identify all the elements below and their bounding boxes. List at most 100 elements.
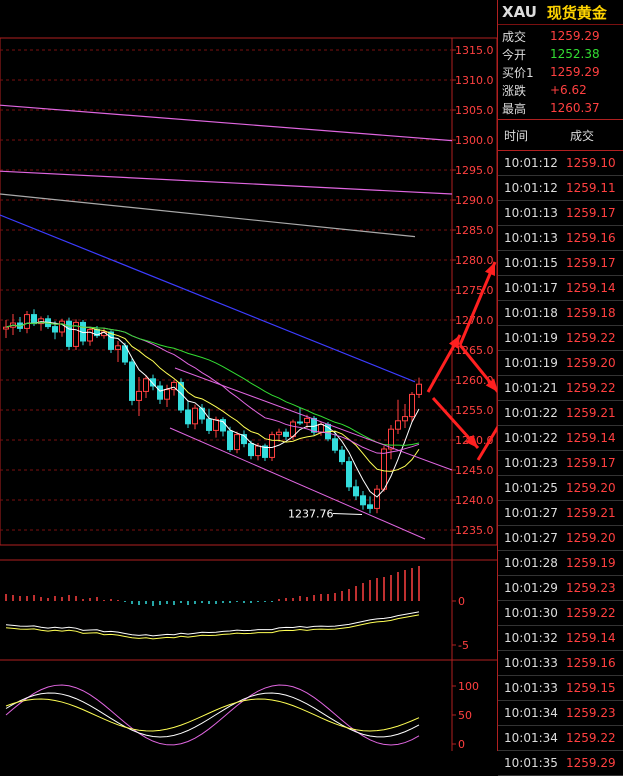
- tick-row: 10:01:28 1259.19: [498, 551, 623, 576]
- quote-row: 涨跌 +6.62: [498, 81, 623, 99]
- quote-row: 最高 1260.37: [498, 99, 623, 117]
- tick-row: 10:01:35 1259.29: [498, 751, 623, 776]
- candle-body: [213, 419, 219, 431]
- tick-price: 1259.23: [566, 706, 616, 720]
- price-tick-label: 1310.0: [455, 74, 494, 87]
- kline-chart: 1315.0 1310.0 1305.0 1300.0 1295.0 1290.0 1285…: [0, 37, 497, 751]
- price-tick-label: 1290.0: [455, 194, 494, 207]
- tick-row: 10:01:34 1259.23: [498, 701, 623, 726]
- tick-row: 10:01:17 1259.14: [498, 276, 623, 301]
- tick-price: 1259.21: [566, 506, 616, 520]
- candle-body: [87, 329, 93, 342]
- quote-label: 涨跌: [502, 83, 527, 98]
- candle-body: [395, 420, 401, 430]
- tick-row: 10:01:29 1259.23: [498, 576, 623, 601]
- tick-row: 10:01:15 1259.17: [498, 251, 623, 276]
- tick-row: 10:01:19 1259.20: [498, 351, 623, 376]
- tick-price: 1259.15: [566, 681, 616, 695]
- candle-body: [199, 407, 205, 420]
- candle-body: [297, 421, 303, 424]
- candle-body: [129, 361, 135, 401]
- candle-body: [59, 320, 65, 333]
- candle-body: [227, 430, 233, 451]
- ma-line: [0, 214, 416, 383]
- quote-label: 买价1: [502, 65, 534, 80]
- kdj-tick-label: 100: [458, 680, 479, 693]
- price-tick-label: 1300.0: [455, 134, 494, 147]
- tick-list[interactable]: 10:01:12 1259.10 10:01:12 1259.11 10:01:13 12…: [498, 151, 623, 776]
- low-annotation: 1237.76: [288, 507, 334, 520]
- quote-value: 1252.38: [550, 47, 600, 61]
- tick-time: 10:01:17: [504, 281, 558, 295]
- tick-price: 1259.17: [566, 456, 616, 470]
- candle-body: [339, 449, 345, 463]
- quote-value: 1259.29: [550, 65, 600, 79]
- tick-time: 10:01:22: [504, 406, 558, 420]
- arrow-shaft: [476, 425, 497, 461]
- tick-price: 1259.14: [566, 431, 616, 445]
- candle-body: [248, 443, 254, 457]
- price-tick-label: 1270.0: [455, 314, 494, 327]
- tick-row: 10:01:21 1259.22: [498, 376, 623, 401]
- tick-row: 10:01:12 1259.11: [498, 176, 623, 201]
- candle-body: [318, 423, 324, 433]
- candle-body: [416, 383, 422, 395]
- tick-row: 10:01:33 1259.15: [498, 676, 623, 701]
- candle-body: [31, 314, 37, 325]
- price-tick-label: 1235.0: [455, 524, 494, 537]
- tick-price: 1259.11: [566, 181, 616, 195]
- candle-body: [276, 431, 282, 436]
- tick-row: 10:01:18 1259.18: [498, 301, 623, 326]
- price-tick-label: 1305.0: [455, 104, 494, 117]
- tick-time: 10:01:34: [504, 706, 558, 720]
- candle-body: [24, 314, 30, 329]
- kdj-tick-label: 0: [458, 738, 465, 751]
- tick-row: 10:01:27 1259.20: [498, 526, 623, 551]
- tick-row: 10:01:32 1259.14: [498, 626, 623, 651]
- candle-body: [346, 461, 352, 488]
- candle-body: [192, 407, 198, 425]
- candle-body: [255, 445, 261, 457]
- candle-body: [367, 504, 373, 509]
- candle-body: [409, 393, 415, 418]
- tick-time: 10:01:30: [504, 606, 558, 620]
- candle-body: [164, 389, 170, 400]
- tick-price: 1259.10: [566, 156, 616, 170]
- ma-line: [0, 104, 453, 142]
- candle-body: [157, 385, 163, 400]
- ma-line: [0, 170, 453, 195]
- tick-price: 1259.22: [566, 331, 616, 345]
- main-frame: [0, 37, 497, 546]
- price-tick-label: 1285.0: [455, 224, 494, 237]
- candle-body: [234, 434, 240, 451]
- candle-body: [360, 495, 366, 506]
- tick-row: 10:01:27 1259.21: [498, 501, 623, 526]
- price-tick-label: 1255.0: [455, 404, 494, 417]
- quote-row: 成交 1259.29: [498, 27, 623, 45]
- tick-row: 10:01:22 1259.14: [498, 426, 623, 451]
- tick-price: 1259.17: [566, 256, 616, 270]
- price-tick-label: 1315.0: [455, 44, 494, 57]
- quote-label: 今开: [502, 47, 527, 62]
- price-tick-label: 1295.0: [455, 164, 494, 177]
- quote-label: 最高: [502, 101, 527, 116]
- tick-time: 10:01:23: [504, 456, 558, 470]
- candle-body: [283, 431, 289, 437]
- candle-body: [3, 326, 9, 330]
- candle-body: [402, 416, 408, 422]
- candle-body: [66, 320, 72, 347]
- tick-time: 10:01:19: [504, 356, 558, 370]
- tick-time: 10:01:22: [504, 431, 558, 445]
- tick-row: 10:01:13 1259.17: [498, 201, 623, 226]
- candle-body: [381, 448, 387, 490]
- tick-price: 1259.22: [566, 606, 616, 620]
- tick-price: 1259.19: [566, 556, 616, 570]
- tick-time: 10:01:27: [504, 506, 558, 520]
- tick-time: 10:01:29: [504, 581, 558, 595]
- candle-body: [374, 488, 380, 509]
- tick-row: 10:01:33 1259.16: [498, 651, 623, 676]
- candle-body: [143, 378, 149, 392]
- tick-row: 10:01:19 1259.22: [498, 326, 623, 351]
- tick-row: 10:01:34 1259.22: [498, 726, 623, 751]
- tick-price: 1259.14: [566, 281, 616, 295]
